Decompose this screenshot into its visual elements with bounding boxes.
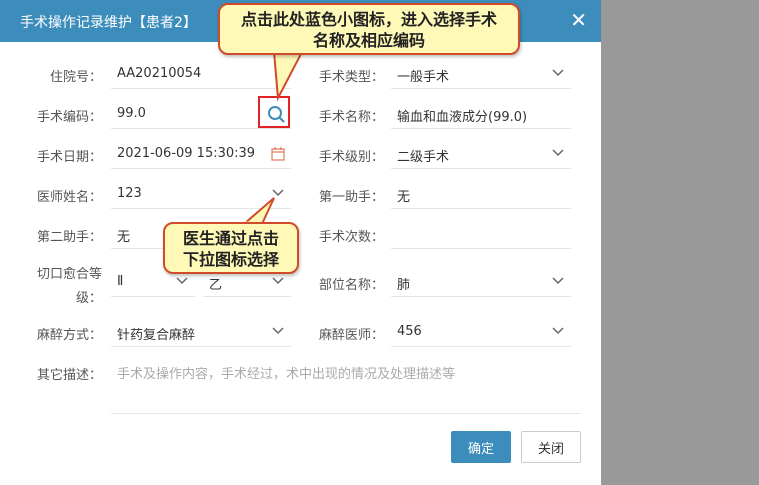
surgery-date-field[interactable]: 2021-06-09 15:30:39 — [111, 139, 291, 169]
other-desc-textarea[interactable]: 手术及操作内容，手术经过，术中出现的情况及处理描述等 — [111, 358, 581, 414]
anesthesiologist-label: 麻醉医师： — [318, 328, 384, 343]
callout2-line1: 医生通过点击 — [182, 229, 279, 248]
surgery-count-label: 手术次数： — [318, 230, 384, 245]
incision-healing-label: 切口愈合等 — [36, 267, 102, 282]
admission-no-label: 住院号： — [49, 70, 102, 85]
calendar-icon[interactable] — [271, 146, 285, 165]
callout-pointer-top — [272, 52, 304, 102]
surgery-count-field[interactable] — [391, 219, 571, 249]
first-assistant-label: 第一助手： — [318, 190, 384, 205]
chevron-down-icon[interactable] — [551, 273, 565, 287]
surgery-date-label: 手术日期： — [36, 150, 102, 165]
site-name-select[interactable]: 肺 — [391, 267, 571, 297]
callout1-line1: 点击此处蓝色小图标，进入选择手术 — [240, 10, 497, 29]
incision-healing-label-line2: 级： — [75, 291, 102, 306]
chevron-down-icon[interactable] — [551, 145, 565, 159]
anesthesia-method-label: 麻醉方式： — [36, 328, 102, 343]
anesthesiologist-select[interactable]: 456 — [391, 317, 571, 347]
surgery-code-label: 手术编码： — [36, 110, 102, 125]
surgery-type-label: 手术类型： — [318, 70, 384, 85]
callout1-line2: 名称及相应编码 — [312, 31, 425, 50]
surgery-name-field[interactable]: 输血和血液成分(99.0) — [391, 99, 571, 129]
confirm-button[interactable]: 确定 — [451, 431, 511, 463]
callout-dropdown-hint: 医生通过点击 下拉图标选择 — [163, 222, 299, 274]
surgery-level-label: 手术级别： — [318, 150, 384, 165]
chevron-down-icon[interactable] — [271, 323, 285, 337]
surgery-name-label: 手术名称： — [318, 110, 384, 125]
callout2-line2: 下拉图标选择 — [182, 250, 279, 269]
close-icon[interactable]: ✕ — [570, 8, 587, 32]
surgery-level-select[interactable]: 二级手术 — [391, 139, 571, 169]
chevron-down-icon[interactable] — [271, 273, 285, 287]
callout-search-hint: 点击此处蓝色小图标，进入选择手术 名称及相应编码 — [218, 3, 520, 55]
admission-no-field[interactable]: AA20210054 — [111, 59, 291, 89]
dialog-title: 手术操作记录维护【患者2】 — [20, 15, 197, 31]
chevron-down-icon[interactable] — [175, 273, 189, 287]
surgery-type-select[interactable]: 一般手术 — [391, 59, 571, 89]
first-assistant-field[interactable]: 无 — [391, 179, 571, 209]
other-desc-placeholder: 手术及操作内容，手术经过，术中出现的情况及处理描述等 — [117, 367, 456, 382]
close-button[interactable]: 关闭 — [521, 431, 581, 463]
doctor-name-label: 医师姓名： — [36, 190, 102, 205]
chevron-down-icon[interactable] — [551, 323, 565, 337]
second-assistant-label: 第二助手： — [36, 230, 102, 245]
site-name-label: 部位名称： — [318, 278, 384, 293]
anesthesia-method-select[interactable]: 针药复合麻醉 — [111, 317, 291, 347]
other-desc-label: 其它描述： — [36, 368, 102, 383]
chevron-down-icon[interactable] — [551, 65, 565, 79]
